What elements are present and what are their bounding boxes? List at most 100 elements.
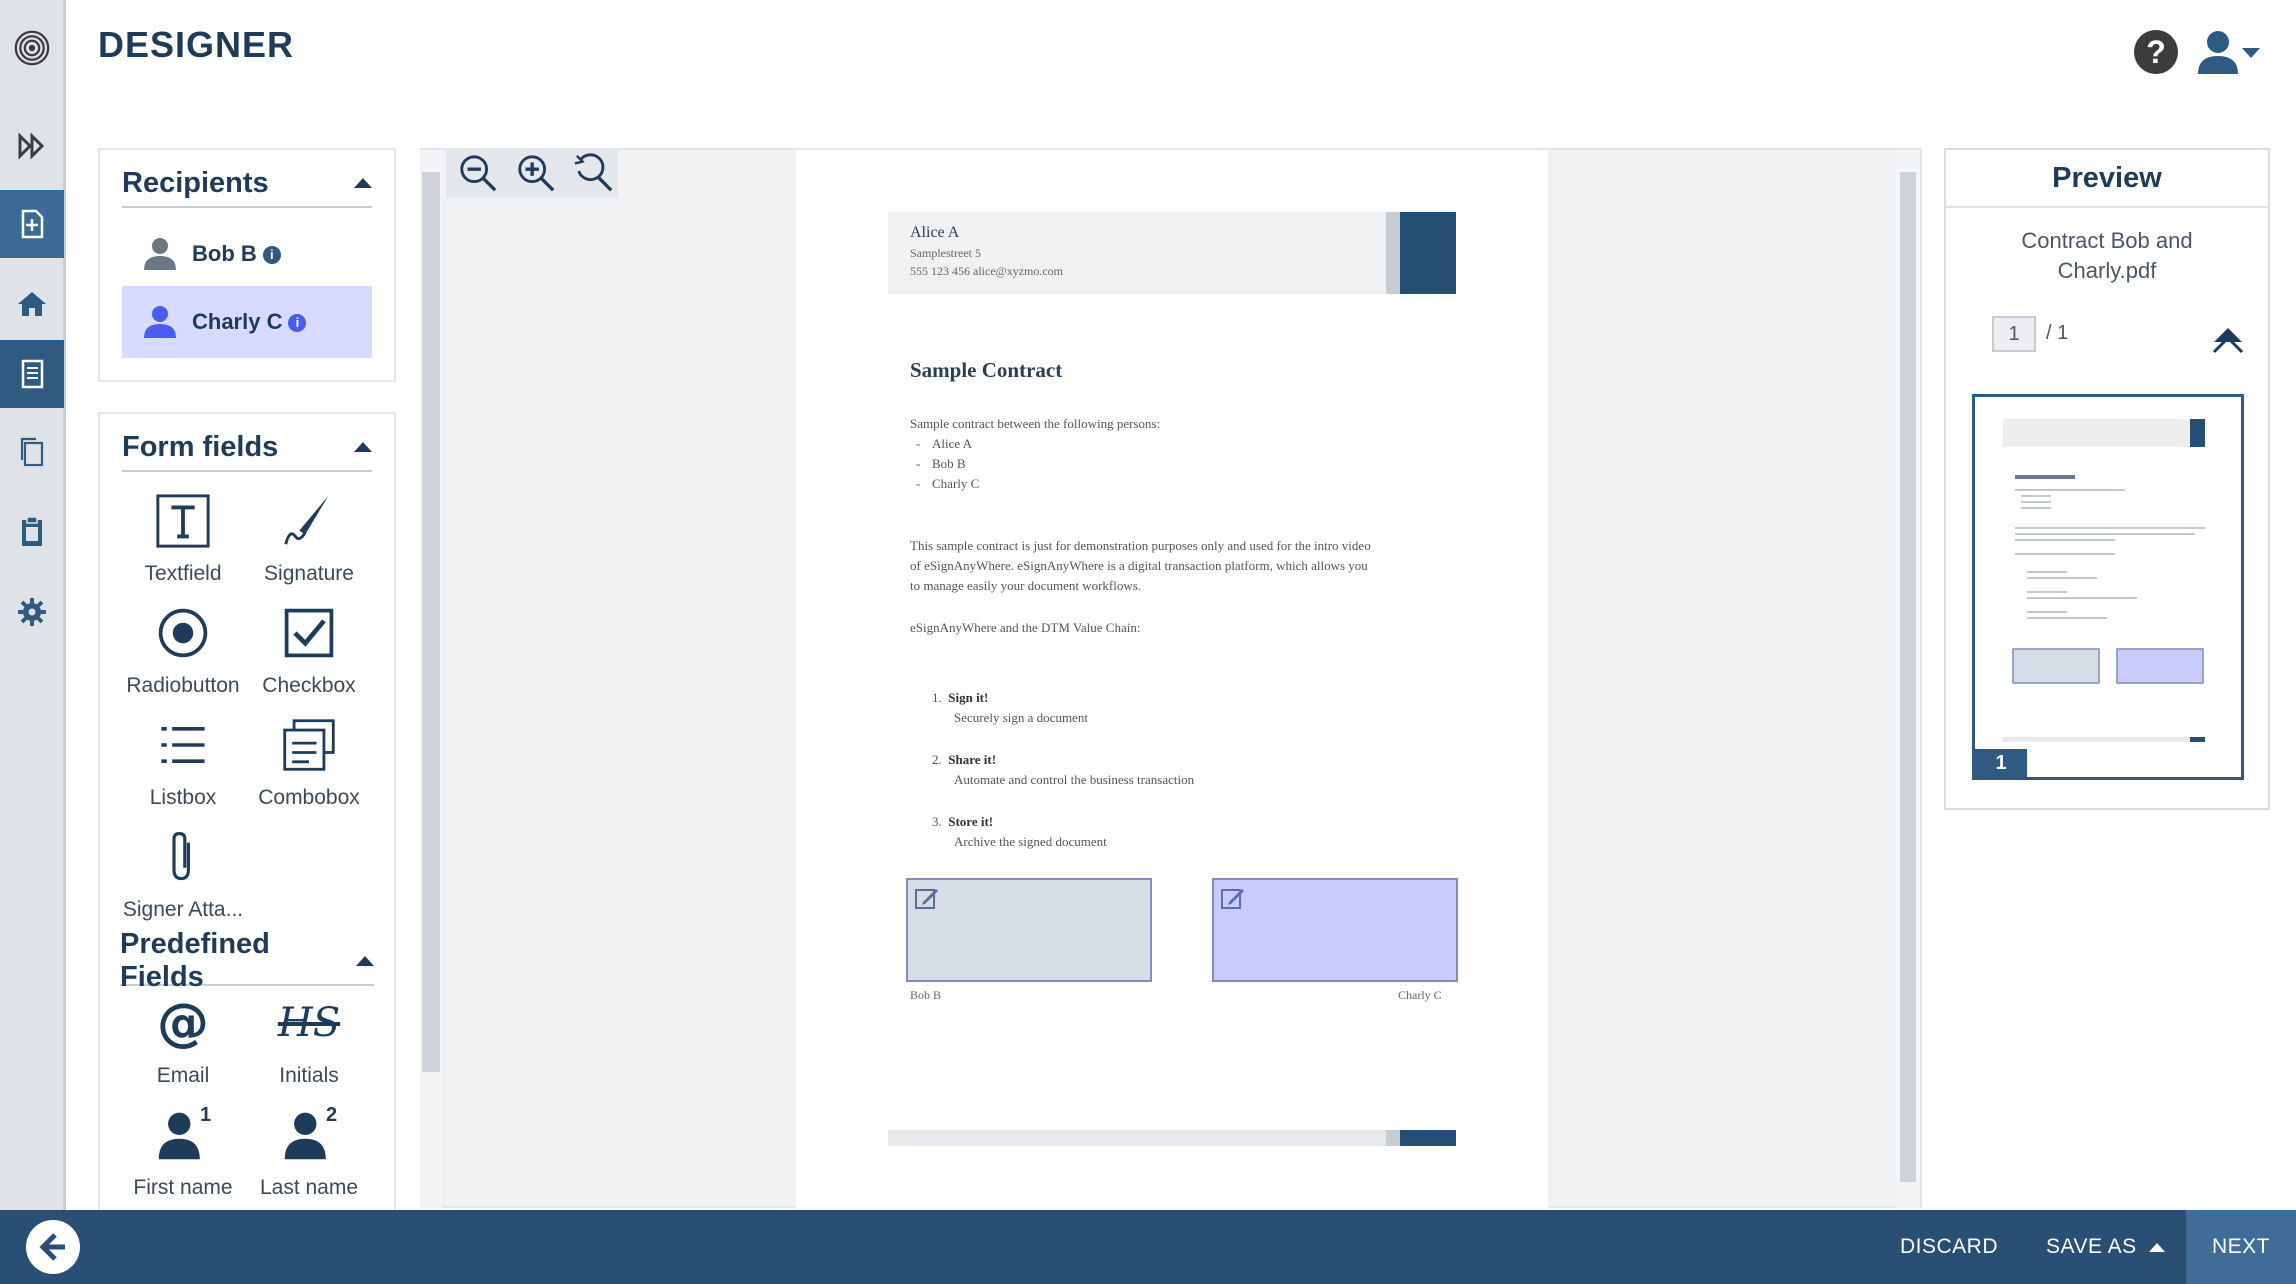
field-label: Listbox bbox=[149, 786, 217, 809]
home-icon[interactable] bbox=[0, 270, 64, 338]
step-desc: Automate and control the business transa… bbox=[954, 772, 1195, 787]
listbox-field[interactable]: Listbox bbox=[118, 710, 248, 810]
next-button[interactable]: NEXT bbox=[2186, 1210, 2296, 1284]
app-logo-icon[interactable] bbox=[0, 0, 64, 96]
initials-field[interactable]: HS Initials bbox=[244, 988, 374, 1088]
zoom-reset-icon[interactable] bbox=[570, 149, 618, 197]
expand-nav-icon[interactable] bbox=[0, 112, 64, 180]
step-number: 2. bbox=[932, 752, 942, 767]
predefined-fields-header[interactable]: Predefined Fields bbox=[120, 928, 374, 993]
textfield-icon bbox=[156, 494, 210, 548]
step-title: Sign it! bbox=[948, 690, 989, 705]
collapse-preview-icon[interactable] bbox=[2210, 320, 2246, 356]
last-name-field[interactable]: 2 Last name bbox=[244, 1100, 374, 1200]
field-label: Checkbox bbox=[262, 674, 356, 697]
signature-label-charly: Charly C bbox=[1398, 988, 1442, 1002]
field-label: Textfield bbox=[144, 562, 222, 585]
filename-line: Charly.pdf bbox=[2057, 258, 2157, 283]
edit-signature-icon bbox=[1221, 889, 1244, 909]
document-paragraph-line: to manage easily your document workflows… bbox=[910, 578, 1142, 593]
signer-attachment-field[interactable]: Signer Atta... bbox=[118, 822, 248, 922]
form-fields-header[interactable]: Form fields bbox=[122, 424, 372, 472]
step-item: 2. Share it! bbox=[932, 752, 996, 768]
step-title: Store it! bbox=[948, 814, 994, 829]
save-as-label: SAVE AS bbox=[2046, 1235, 2137, 1258]
discard-button[interactable]: DISCARD bbox=[1900, 1210, 1998, 1284]
collapse-recipients-icon[interactable] bbox=[354, 178, 372, 188]
person-item: Alice A bbox=[916, 436, 972, 452]
listbox-icon bbox=[161, 727, 205, 763]
arrow-left-icon bbox=[39, 1233, 65, 1261]
step-desc: Archive the signed document bbox=[954, 834, 1107, 849]
recipient-bob[interactable]: Bob B i bbox=[122, 218, 372, 290]
page-total: / 1 bbox=[2046, 322, 2069, 344]
signature-field[interactable]: Signature bbox=[244, 486, 374, 586]
radiobutton-icon bbox=[158, 608, 208, 658]
copy-icon[interactable] bbox=[0, 418, 64, 486]
signature-box-bob[interactable] bbox=[906, 878, 1152, 982]
zoom-out-icon[interactable] bbox=[454, 149, 502, 197]
page-number-input[interactable]: 1 bbox=[1992, 316, 2036, 352]
field-label: Initials bbox=[279, 1064, 339, 1087]
combobox-field[interactable]: Combobox bbox=[244, 710, 374, 810]
step-item: 1. Sign it! bbox=[932, 690, 988, 706]
field-label: Radiobutton bbox=[126, 674, 240, 697]
user-icon bbox=[2198, 31, 2260, 74]
info-icon[interactable]: i bbox=[288, 314, 307, 333]
recipient-charly[interactable]: Charly C i bbox=[122, 286, 372, 358]
field-label: Email bbox=[156, 1064, 210, 1087]
app-title: DESIGNER bbox=[98, 24, 295, 65]
new-document-icon[interactable] bbox=[0, 190, 64, 258]
collapse-form-fields-icon[interactable] bbox=[354, 442, 372, 452]
nav-rail bbox=[0, 0, 66, 1210]
field-label: Signature bbox=[264, 562, 354, 585]
info-icon[interactable]: i bbox=[262, 246, 281, 265]
step-title: Share it! bbox=[948, 752, 997, 767]
field-label: First name bbox=[133, 1176, 233, 1199]
thumbnail-page-badge: 1 bbox=[1975, 749, 2027, 777]
textfield-field[interactable]: Textfield bbox=[118, 486, 248, 586]
back-button[interactable] bbox=[26, 1220, 80, 1274]
first-name-field[interactable]: 1 First name bbox=[118, 1100, 248, 1200]
step-desc: Securely sign a document bbox=[954, 710, 1088, 725]
paperclip-icon bbox=[172, 832, 190, 881]
predefined-fields-title: Predefined Fields bbox=[120, 928, 270, 993]
user-menu-button[interactable] bbox=[2196, 28, 2264, 76]
recipients-panel: Recipients Bob B i Charly C i bbox=[98, 148, 396, 382]
filename-line: Contract Bob and bbox=[2021, 228, 2193, 253]
settings-icon[interactable] bbox=[0, 578, 64, 646]
checkbox-field[interactable]: Checkbox bbox=[244, 598, 374, 698]
zoom-toolbar bbox=[446, 148, 618, 198]
documents-icon[interactable] bbox=[0, 340, 64, 408]
signature-box-charly[interactable] bbox=[1212, 878, 1458, 982]
preview-filename: Contract Bob and Charly.pdf bbox=[1946, 226, 2268, 286]
field-label: Last name bbox=[259, 1176, 359, 1199]
collapse-predefined-icon[interactable] bbox=[356, 956, 374, 966]
document-intro: Sample contract between the following pe… bbox=[910, 416, 1161, 431]
combobox-icon bbox=[283, 719, 335, 771]
field-label: Combobox bbox=[258, 786, 360, 809]
page-thumbnail[interactable]: 1 bbox=[1972, 394, 2244, 780]
save-as-caret-icon bbox=[2148, 1242, 2165, 1252]
save-as-button[interactable]: SAVE AS bbox=[2046, 1210, 2165, 1284]
zoom-in-icon[interactable] bbox=[512, 149, 560, 197]
document-footer bbox=[888, 1130, 1456, 1146]
right-scrollbar[interactable] bbox=[1896, 150, 1920, 1208]
recipients-header[interactable]: Recipients bbox=[122, 160, 372, 208]
clipboard-icon[interactable] bbox=[0, 498, 64, 566]
initials-icon: HS bbox=[277, 1000, 341, 1046]
edit-signature-icon bbox=[915, 889, 938, 909]
person-icon bbox=[144, 238, 176, 270]
step-number: 1. bbox=[932, 690, 942, 705]
email-field[interactable]: @ Email bbox=[118, 988, 248, 1088]
person-item: Bob B bbox=[916, 456, 965, 472]
recipients-title: Recipients bbox=[122, 166, 269, 199]
help-icon[interactable]: ? bbox=[2134, 30, 2178, 74]
radiobutton-field[interactable]: Radiobutton bbox=[118, 598, 248, 698]
document-title: Sample Contract bbox=[910, 358, 1063, 382]
left-scrollbar[interactable] bbox=[420, 150, 442, 1208]
document-page: Alice A Samplestreet 5 555 123 456 alice… bbox=[796, 150, 1548, 1208]
document-paragraph-line: of eSignAnyWhere. eSignAnyWhere is a dig… bbox=[910, 558, 1368, 573]
bottom-action-bar: DISCARD SAVE AS NEXT bbox=[0, 1210, 2296, 1284]
signature-label-bob: Bob B bbox=[910, 988, 942, 1002]
